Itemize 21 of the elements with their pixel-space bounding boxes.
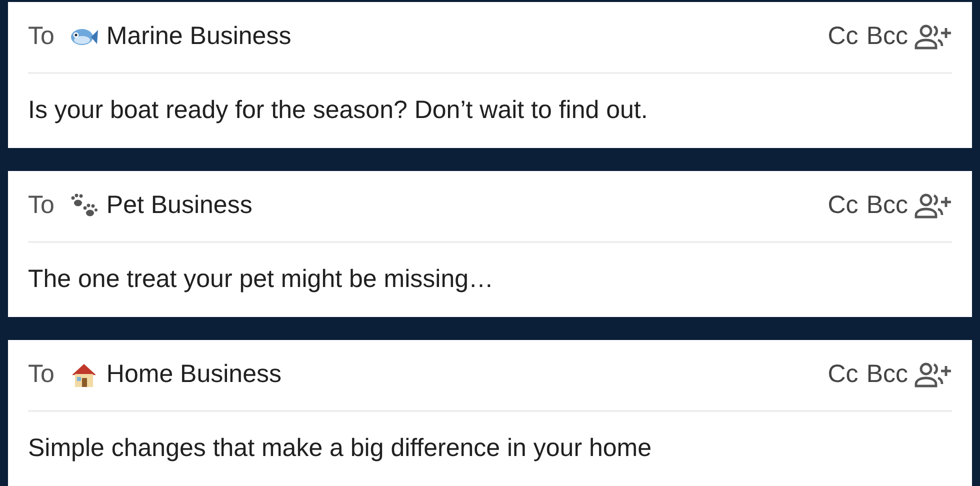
subject-field[interactable]: The one treat your pet might be missing… — [28, 261, 494, 299]
to-label: To — [28, 21, 54, 52]
cc-link[interactable]: Cc — [828, 18, 858, 56]
subject-field[interactable]: Simple changes that make a big difference in your home — [28, 430, 652, 468]
fish-icon — [70, 27, 98, 47]
to-label: To — [28, 190, 54, 222]
add-people-icon[interactable] — [914, 193, 952, 219]
cc-link[interactable]: Cc — [828, 187, 858, 225]
bcc-link[interactable]: Bcc — [866, 356, 908, 394]
to-label: To — [28, 359, 54, 390]
bcc-link[interactable]: Bcc — [866, 187, 908, 225]
paw-prints-icon — [70, 193, 98, 219]
cc-link[interactable]: Cc — [828, 356, 858, 394]
recipient-chip[interactable]: Home Business — [106, 356, 282, 394]
recipient-chip[interactable]: Pet Business — [106, 187, 252, 225]
add-people-icon[interactable] — [914, 24, 952, 50]
add-people-icon[interactable] — [914, 362, 952, 388]
house-icon — [70, 362, 98, 388]
subject-field[interactable]: Is your boat ready for the season? Don’t wait to find out. — [28, 92, 648, 130]
recipient-chip[interactable]: Marine Business — [106, 18, 292, 56]
bcc-link[interactable]: Bcc — [866, 18, 908, 56]
